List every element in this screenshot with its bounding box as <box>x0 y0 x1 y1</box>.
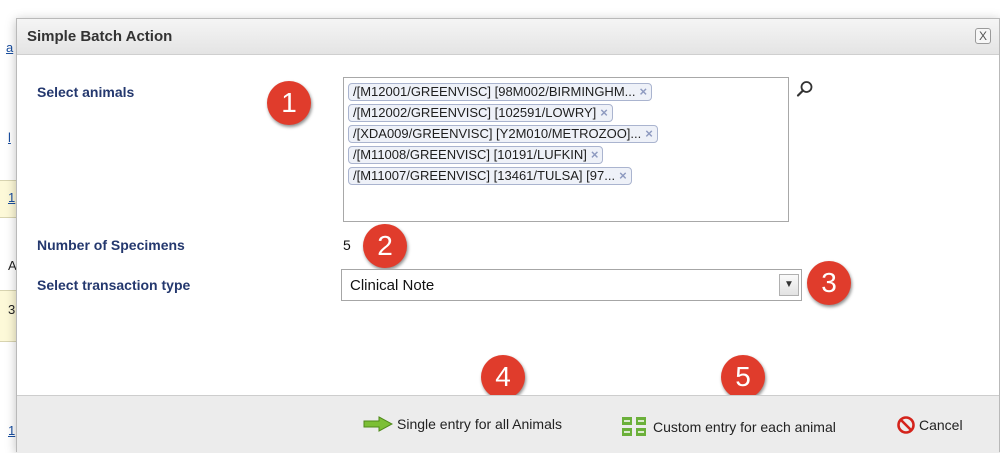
animal-chip: /[XDA009/GREENVISC] [Y2M010/METROZOO]...… <box>348 125 658 143</box>
callout-badge-5: 5 <box>721 355 765 399</box>
animal-chip: /[M11007/GREENVISC] [13461/TULSA] [97...… <box>348 167 632 185</box>
remove-chip-icon[interactable]: × <box>600 105 608 120</box>
grid-arrows-icon <box>622 417 646 436</box>
animal-chip-label: /[M11008/GREENVISC] [10191/LUFKIN] <box>353 147 587 162</box>
background-link[interactable]: l <box>8 130 11 145</box>
batch-action-dialog: Simple Batch Action X Select animals 1 /… <box>16 18 1000 453</box>
transaction-type-select[interactable]: Clinical Note ▼ <box>341 269 802 301</box>
remove-chip-icon[interactable]: × <box>619 168 627 183</box>
background-link[interactable]: 1 <box>8 190 15 205</box>
custom-entry-label: Custom entry for each animal <box>653 419 836 435</box>
cancel-icon <box>897 416 915 434</box>
remove-chip-icon[interactable]: × <box>639 84 647 99</box>
search-icon[interactable] <box>796 80 814 98</box>
arrow-right-icon <box>363 416 393 432</box>
animal-chip-label: /[M11007/GREENVISC] [13461/TULSA] [97... <box>353 168 616 183</box>
chevron-down-icon[interactable]: ▼ <box>779 274 799 296</box>
dialog-footer: Single entry for all Animals Custom entr… <box>17 395 999 453</box>
transaction-type-label: Select transaction type <box>37 277 191 293</box>
remove-chip-icon[interactable]: × <box>591 147 599 162</box>
transaction-type-value: Clinical Note <box>350 277 435 294</box>
close-button[interactable]: X <box>975 28 991 44</box>
callout-badge-1: 1 <box>267 81 311 125</box>
animal-chip-label: /[XDA009/GREENVISC] [Y2M010/METROZOO]... <box>353 126 642 141</box>
cancel-label: Cancel <box>919 417 963 433</box>
dialog-title: Simple Batch Action <box>27 28 173 45</box>
animal-chip: /[M11008/GREENVISC] [10191/LUFKIN] × <box>348 146 604 164</box>
select-animals-label: Select animals <box>37 84 135 100</box>
background-text: 3 <box>8 302 16 317</box>
animal-chip: /[M12002/GREENVISC] [102591/LOWRY] × <box>348 104 613 122</box>
callout-badge-4: 4 <box>481 355 525 399</box>
callout-badge-3: 3 <box>807 261 851 305</box>
animal-chip-label: /[M12002/GREENVISC] [102591/LOWRY] <box>353 105 597 120</box>
specimens-label: Number of Specimens <box>37 237 185 253</box>
animal-chip-label: /[M12001/GREENVISC] [98M002/BIRMINGHM... <box>353 84 636 99</box>
single-entry-button[interactable]: Single entry for all Animals <box>363 416 562 432</box>
cancel-button[interactable]: Cancel <box>897 416 963 434</box>
dialog-titlebar[interactable]: Simple Batch Action X <box>17 19 999 55</box>
custom-entry-button[interactable]: Custom entry for each animal <box>621 416 836 438</box>
close-icon: X <box>978 29 987 43</box>
animal-multiselect[interactable]: /[M12001/GREENVISC] [98M002/BIRMINGHM...… <box>343 77 813 222</box>
single-entry-label: Single entry for all Animals <box>397 416 562 432</box>
remove-chip-icon[interactable]: × <box>645 126 653 141</box>
specimens-count: 5 <box>343 237 351 253</box>
animal-chip: /[M12001/GREENVISC] [98M002/BIRMINGHM...… <box>348 83 653 101</box>
background-link[interactable]: 1 <box>8 423 15 438</box>
callout-badge-2: 2 <box>363 224 407 268</box>
background-link[interactable]: a <box>6 40 13 55</box>
